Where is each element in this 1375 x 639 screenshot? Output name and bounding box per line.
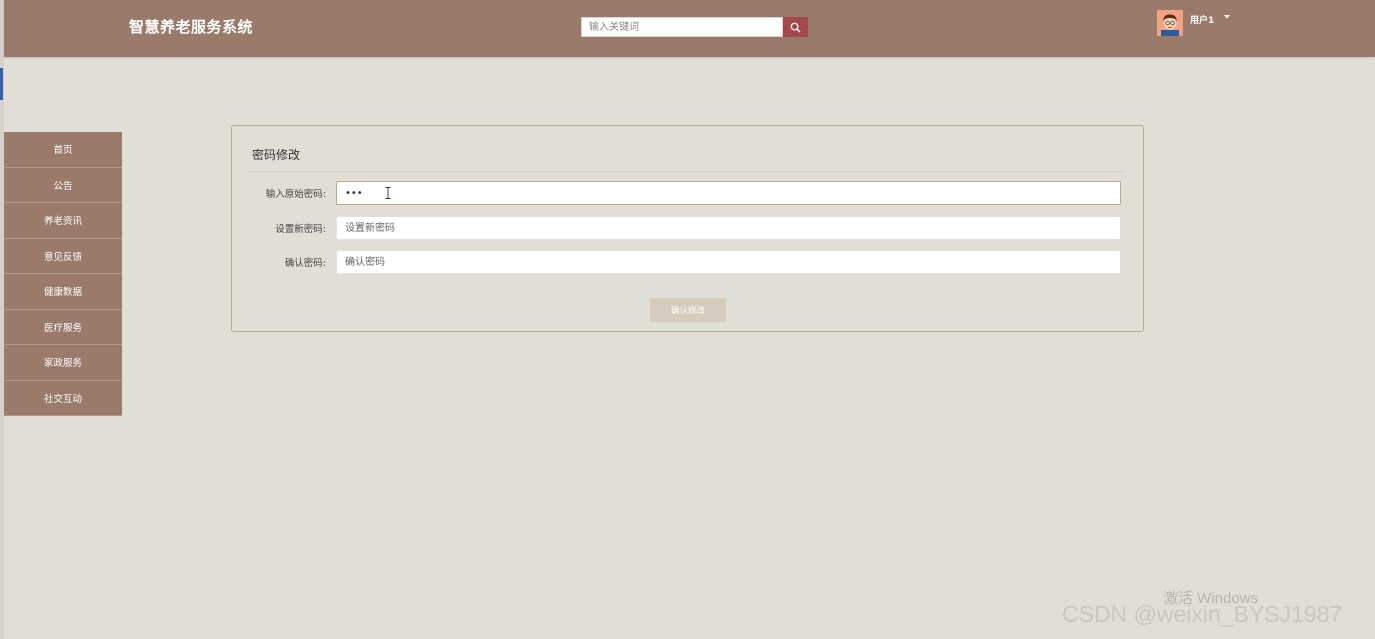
sidebar-item-feedback[interactable]: 意见反馈 <box>4 238 122 274</box>
brand-title: 智慧养老服务系统 <box>129 18 254 36</box>
panel-divider <box>250 171 1125 172</box>
search-bar <box>581 17 808 37</box>
confirm-password-row: 确认密码: <box>232 250 1143 274</box>
new-password-field[interactable] <box>336 216 1121 240</box>
old-password-label: 输入原始密码: <box>265 189 326 200</box>
sidebar-item-announcements[interactable]: 公告 <box>4 167 122 203</box>
csdn-watermark: CSDN @weixin_BYSJ1987 <box>1062 601 1343 627</box>
sidebar-item-health-data[interactable]: 健康数据 <box>4 274 122 310</box>
sidebar-nav: 首页 公告 养老资讯 意见反馈 健康数据 医疗服务 家政服务 社交互动 <box>4 132 122 416</box>
sidebar-item-elderly-news[interactable]: 养老资讯 <box>4 203 122 239</box>
new-password-label: 设置新密码: <box>275 224 326 235</box>
old-password-row: 输入原始密码: <box>232 181 1143 205</box>
user-menu[interactable]: 用户1 <box>1157 10 1231 36</box>
search-button[interactable] <box>783 17 808 37</box>
sidebar-item-housekeeping[interactable]: 家政服务 <box>4 345 122 381</box>
window-edge-mark <box>0 68 3 100</box>
top-header: 智慧养老服务系统 用户1 <box>4 0 1375 57</box>
confirm-change-button[interactable]: 确认修改 <box>650 298 726 322</box>
new-password-row: 设置新密码: <box>232 216 1143 240</box>
panel-title: 密码修改 <box>252 148 301 162</box>
search-icon <box>790 22 801 33</box>
sidebar-item-social[interactable]: 社交互动 <box>4 380 122 416</box>
old-password-field[interactable] <box>336 181 1121 205</box>
sidebar-item-home[interactable]: 首页 <box>4 132 122 168</box>
avatar[interactable] <box>1157 10 1183 36</box>
avatar-image <box>1157 10 1183 36</box>
text-cursor-icon <box>385 187 391 199</box>
sidebar-item-medical-service[interactable]: 医疗服务 <box>4 309 122 345</box>
search-input[interactable] <box>581 17 783 37</box>
password-change-panel: 密码修改 输入原始密码: 设置新密码: 确认密码: 确认修改 <box>231 125 1144 332</box>
chevron-down-icon[interactable] <box>1224 15 1231 19</box>
confirm-password-field[interactable] <box>336 250 1121 274</box>
user-name[interactable]: 用户1 <box>1190 13 1214 26</box>
confirm-password-label: 确认密码: <box>284 258 326 269</box>
